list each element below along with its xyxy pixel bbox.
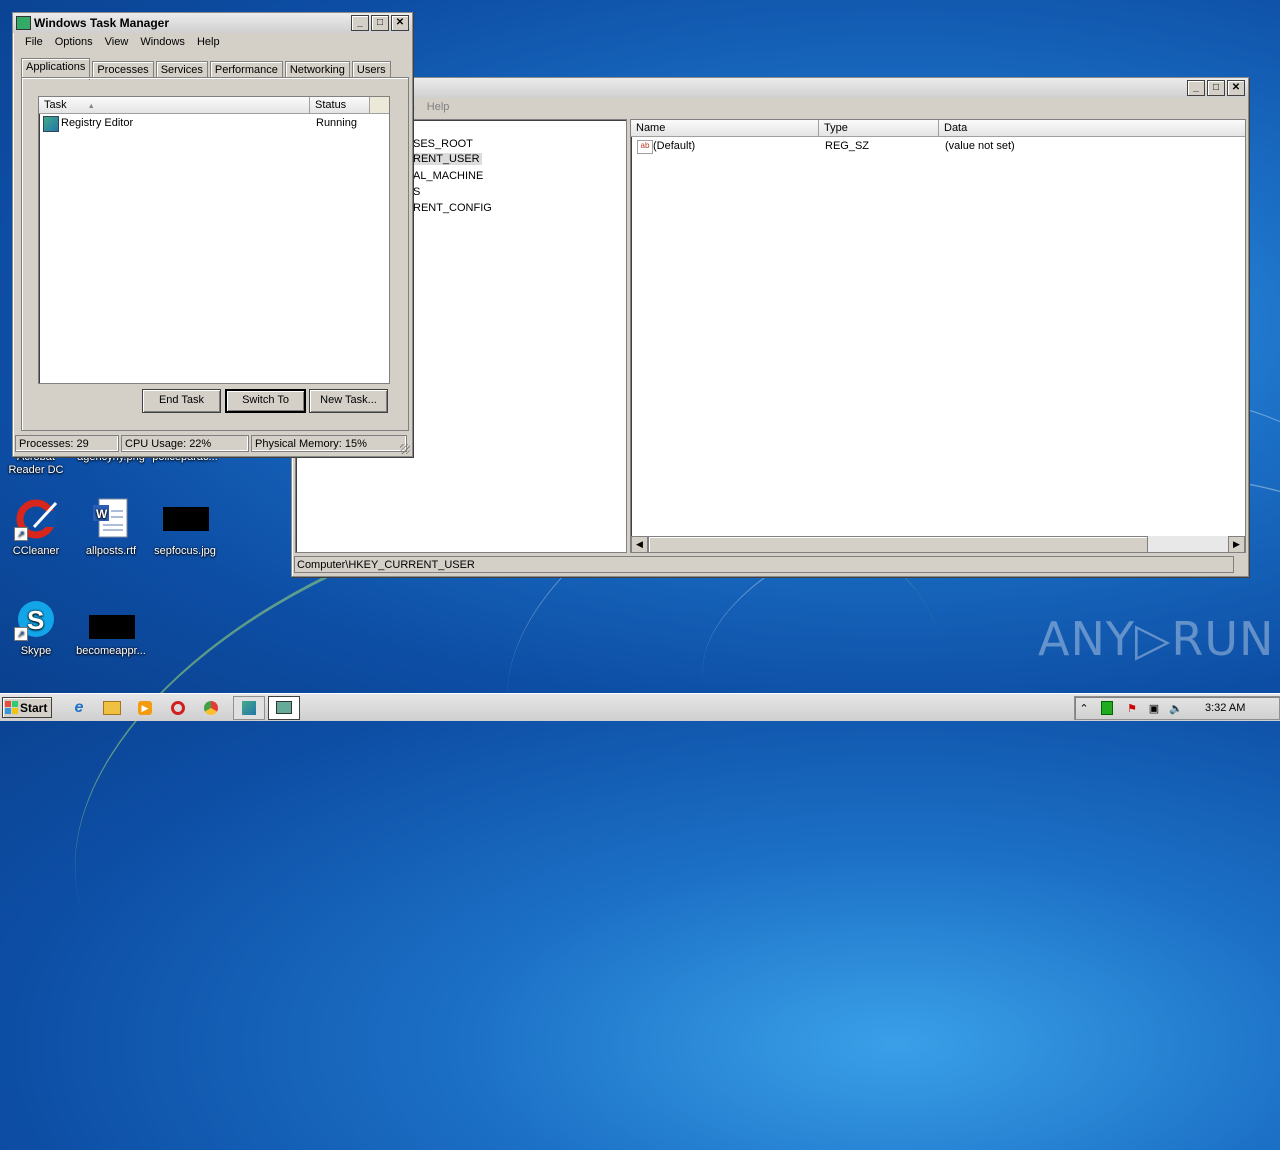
registry-editor-window[interactable]: _ □ ✕ rites Help SES_ROOT RENT_USER AL_M… [291,77,1249,577]
sort-ascending-icon: ▲ [87,103,95,110]
volume-icon[interactable]: 🔈 [1165,702,1187,715]
menu-windows[interactable]: Windows [134,36,191,48]
tree-item[interactable]: S [413,186,420,198]
task-manager-window[interactable]: Windows Task Manager _ □ ✕ File Options … [12,12,413,457]
switch-to-button[interactable]: Switch To [225,389,306,413]
chrome-icon[interactable] [200,697,222,719]
task-manager-app-icon [16,16,31,30]
minimize-button[interactable]: _ [1187,80,1205,96]
close-button[interactable]: ✕ [1227,80,1245,96]
tree-item-selected[interactable]: RENT_USER [411,153,482,165]
value-data: (value not set) [945,140,1015,152]
status-memory: Physical Memory: 15% [251,435,407,452]
desktop-icon-ccleaner[interactable]: ↗ CCleaner [1,497,71,558]
image-thumbnail-icon [89,597,135,641]
performance-meter-icon[interactable] [1101,701,1113,715]
maximize-button[interactable]: □ [371,15,389,31]
resize-grip[interactable] [400,444,410,454]
scroll-right-button[interactable]: ▶ [1228,536,1245,553]
menu-help[interactable]: Help [421,101,456,113]
shortcut-arrow-icon: ↗ [14,527,28,541]
system-tray: ⌃ ⚑ ▣ 🔈 3:32 AM [1074,696,1280,720]
column-header-data[interactable]: Data [939,120,1245,136]
window-title: Windows Task Manager [34,16,170,30]
network-icon[interactable]: ▣ [1143,702,1165,715]
svg-text:S: S [27,605,44,635]
column-header-name[interactable]: Name [631,120,819,136]
start-button[interactable]: Start [2,697,52,718]
media-player-icon[interactable]: ▶ [134,697,156,719]
file-explorer-icon[interactable] [101,697,123,719]
ccleaner-icon: ↗ [14,497,58,541]
status-path: Computer\HKEY_CURRENT_USER [297,559,475,571]
string-value-icon: ab [637,140,653,154]
column-header-type[interactable]: Type [819,120,939,136]
action-center-icon[interactable]: ⚑ [1121,702,1143,715]
desktop-icon-label: CCleaner [12,545,60,557]
show-hidden-icons-icon[interactable]: ⌃ [1075,702,1093,715]
desktop-icon-becomeappr[interactable]: becomeappr... [76,597,146,658]
menu-options[interactable]: Options [49,36,99,48]
end-task-button[interactable]: End Task [142,389,221,413]
menu-view[interactable]: View [99,36,135,48]
maximize-button[interactable]: □ [1207,80,1225,96]
column-header-status[interactable]: Status [310,97,370,113]
desktop-icon-sepfocus[interactable]: sepfocus.jpg [150,497,220,558]
status-processes: Processes: 29 [15,435,119,452]
menu-file[interactable]: File [19,36,49,48]
scroll-thumb[interactable] [648,536,1148,553]
regedit-menubar: rites Help [292,98,1248,116]
tree-item[interactable]: AL_MACHINE [413,170,483,182]
values-header: Name Type Data [631,120,1245,137]
image-thumbnail-icon [163,497,209,541]
desktop-icon-label: sepfocus.jpg [154,545,216,557]
task-name: Registry Editor [61,117,134,129]
registry-editor-icon [43,116,59,132]
windows-logo-icon [5,701,18,714]
svg-text:W: W [96,507,108,521]
status-cpu: CPU Usage: 22% [121,435,249,452]
clock[interactable]: 3:32 AM [1205,702,1245,714]
tab-strip: Applications Processes Services Performa… [21,57,393,80]
list-item[interactable]: Registry Editor Running [42,116,382,132]
anyrun-watermark: ANY▷RUN [1038,612,1275,666]
task-manager-menubar: File Options View Windows Help [13,33,412,51]
word-document-icon: W [89,497,133,541]
task-manager-titlebar[interactable]: Windows Task Manager _ □ ✕ [13,13,412,33]
taskbar-registry-editor-icon[interactable] [233,695,265,720]
regedit-statusbar: Computer\HKEY_CURRENT_USER [294,556,1234,573]
close-button[interactable]: ✕ [391,15,409,31]
horizontal-scrollbar[interactable]: ◀ ▶ [631,536,1245,553]
tree-item[interactable]: RENT_CONFIG [413,202,492,214]
regedit-titlebar[interactable]: _ □ ✕ [292,78,1248,98]
value-type: REG_SZ [825,140,870,152]
opera-icon[interactable] [167,697,189,719]
skype-icon: S ↗ [14,597,58,641]
desktop-icon-allposts[interactable]: W allposts.rtf [76,497,146,558]
internet-explorer-icon[interactable]: e [68,697,90,719]
desktop-icon-label: allposts.rtf [85,545,137,557]
shortcut-arrow-icon: ↗ [14,627,28,641]
value-name: (Default) [653,140,696,152]
task-manager-statusbar: Processes: 29 CPU Usage: 22% Physical Me… [15,435,409,452]
applications-list[interactable]: Task ▲ Status Registry Editor Running [38,96,390,384]
desktop-icon-label: becomeappr... [76,645,146,657]
tree-item[interactable]: SES_ROOT [413,138,473,150]
new-task-button[interactable]: New Task... [309,389,388,413]
minimize-button[interactable]: _ [351,15,369,31]
desktop-icon-label: Skype [20,645,52,657]
desktop-icon-skype[interactable]: S ↗ Skype [1,597,71,658]
value-row[interactable]: ab (Default) REG_SZ (value not set) [635,140,1235,155]
taskbar-task-manager-icon[interactable] [268,695,300,720]
list-header: Task ▲ Status [39,97,389,114]
registry-values-pane[interactable]: Name Type Data ab (Default) REG_SZ (valu… [630,119,1246,553]
menu-help[interactable]: Help [191,36,226,48]
task-status: Running [316,117,357,129]
taskbar: Start e ▶ ⌃ ⚑ ▣ 🔈 3:32 AM [0,693,1280,721]
scroll-left-button[interactable]: ◀ [631,536,648,553]
column-header-task[interactable]: Task ▲ [39,97,310,113]
